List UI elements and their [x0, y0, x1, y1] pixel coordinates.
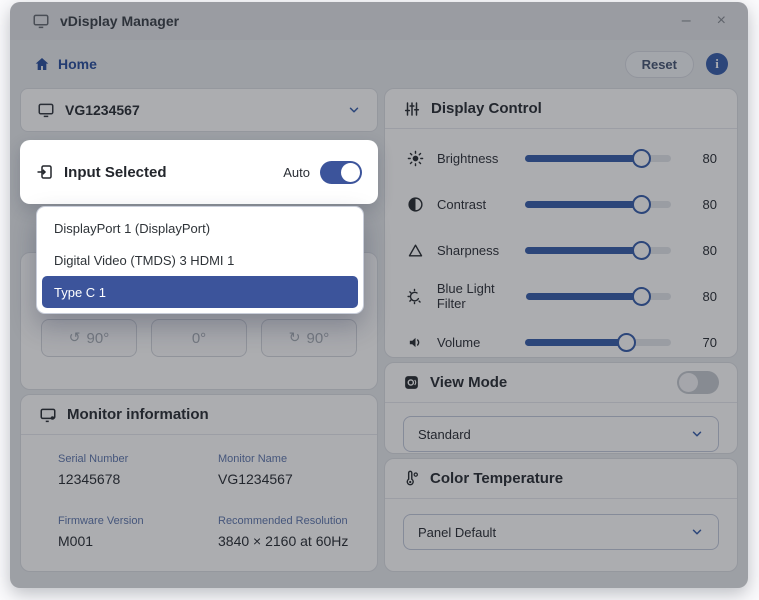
input-selected-title: Input Selected — [64, 164, 167, 181]
input-selected-card: Input Selected Auto — [20, 140, 378, 204]
app-window: vDisplay Manager – × Home Reset i VG1234 — [10, 2, 748, 588]
input-source-icon — [36, 163, 54, 181]
input-option[interactable]: Digital Video (TMDS) 3 HDMI 1 — [42, 244, 358, 276]
input-options-popup: DisplayPort 1 (DisplayPort) Digital Vide… — [36, 206, 364, 314]
input-option[interactable]: DisplayPort 1 (DisplayPort) — [42, 212, 358, 244]
auto-toggle[interactable] — [320, 161, 362, 184]
input-option-selected[interactable]: Type C 1 — [42, 276, 358, 308]
auto-label: Auto — [283, 165, 310, 180]
